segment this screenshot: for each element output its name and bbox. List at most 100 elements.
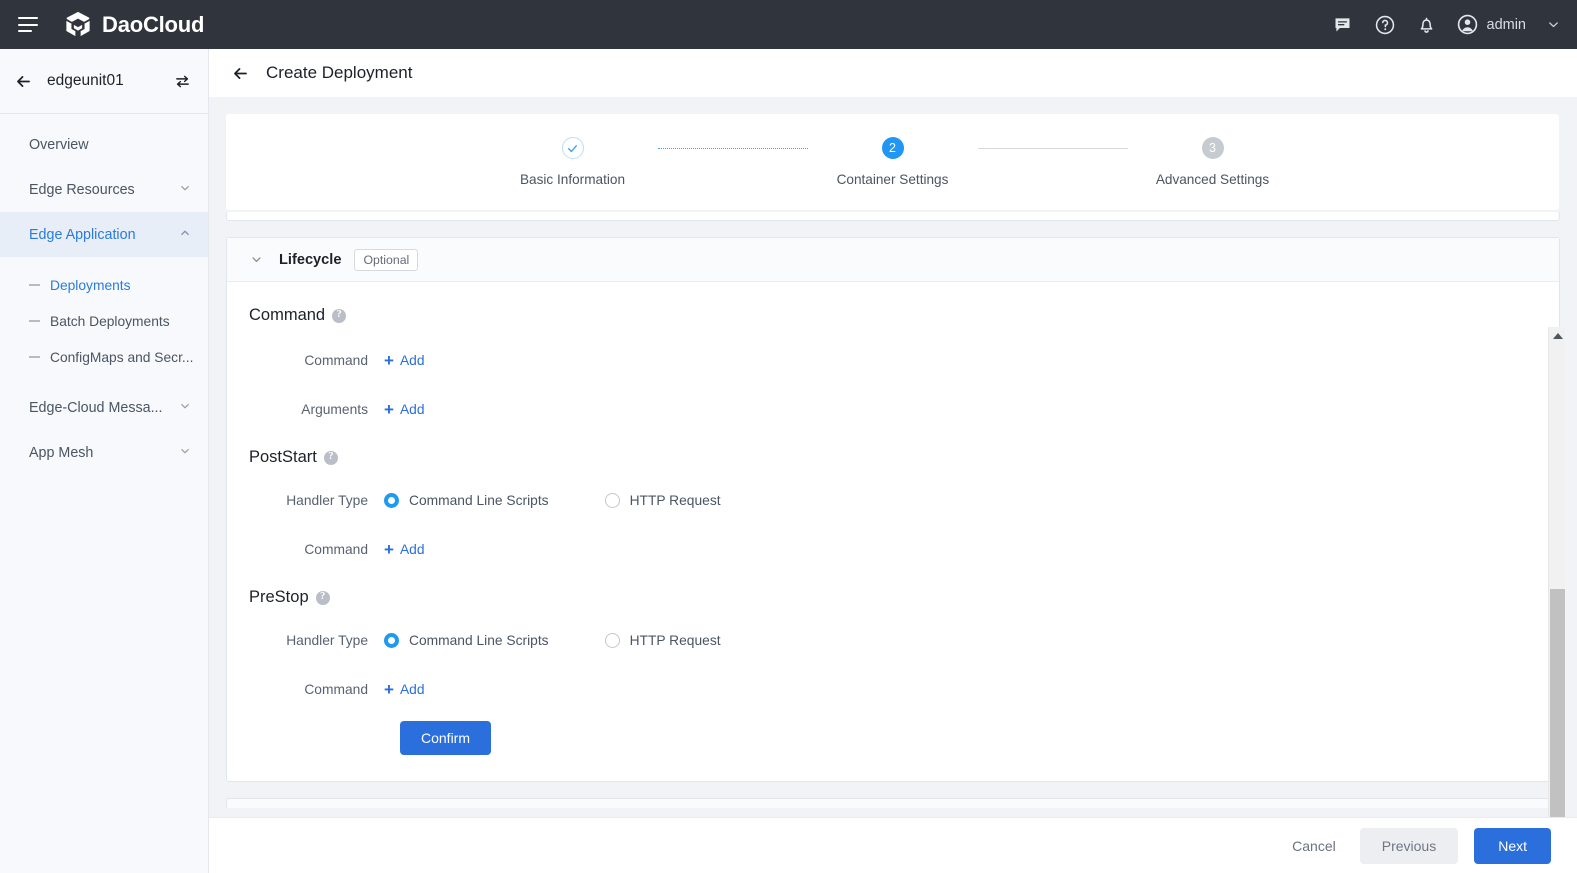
chevron-down-icon: [178, 399, 192, 417]
cancel-button[interactable]: Cancel: [1284, 829, 1344, 863]
previous-button[interactable]: Previous: [1360, 828, 1458, 864]
dash-icon: [29, 284, 40, 286]
lifecycle-card: Lifecycle Optional Command ? Command + A…: [226, 237, 1560, 782]
wizard-stepper: Basic Information 2 Container Settings 3…: [488, 137, 1298, 187]
help-circle-icon[interactable]: [1364, 0, 1406, 49]
plus-icon: +: [384, 681, 394, 698]
step-advanced-settings[interactable]: 3 Advanced Settings: [1128, 137, 1298, 187]
brand-logo-group[interactable]: DaoCloud: [63, 10, 204, 40]
arguments-row: Arguments + Add: [227, 392, 1559, 426]
step-connector-2: [978, 148, 1128, 149]
radio-indicator-selected: [384, 633, 399, 648]
spacer: [0, 375, 208, 385]
step-container-settings[interactable]: 2 Container Settings: [808, 137, 978, 187]
add-arguments-button[interactable]: + Add: [384, 401, 425, 418]
content-scroll-area: Basic Information 2 Container Settings 3…: [209, 97, 1577, 826]
scrollbar-thumb[interactable]: [1550, 589, 1565, 817]
section-heading: Command: [249, 306, 325, 325]
scroll-up-arrow-icon[interactable]: [1549, 327, 1566, 344]
next-card-partial: [226, 798, 1560, 808]
sidebar-item-label: Edge-Cloud Messa...: [29, 400, 163, 416]
radio-prestop-http-request[interactable]: HTTP Request: [605, 633, 721, 648]
chat-icon[interactable]: [1322, 0, 1364, 49]
sidebar-unit-name: edgeunit01: [47, 72, 124, 90]
previous-card-partial: [226, 212, 1560, 221]
radio-label: HTTP Request: [630, 493, 721, 508]
brand-name: DaoCloud: [102, 12, 204, 38]
chevron-up-icon: [178, 226, 192, 244]
chevron-down-icon: [178, 181, 192, 199]
dash-icon: [29, 320, 40, 322]
radio-label: Command Line Scripts: [409, 493, 549, 508]
sidebar-item-edge-application[interactable]: Edge Application: [0, 212, 208, 257]
daocloud-cube-icon: [63, 10, 93, 40]
chevron-down-icon[interactable]: [249, 252, 264, 267]
page-header: Create Deployment: [209, 49, 1577, 97]
step-label: Basic Information: [520, 172, 625, 187]
left-sidebar: edgeunit01 Overview Edge Resources Edge …: [0, 49, 209, 873]
bell-icon[interactable]: [1406, 0, 1448, 49]
poststart-handler-type-row: Handler Type Command Line Scripts HTTP R…: [227, 483, 1559, 517]
plus-icon: +: [384, 541, 394, 558]
add-poststart-command-button[interactable]: + Add: [384, 541, 425, 558]
vertical-scrollbar[interactable]: [1548, 327, 1565, 873]
step-label: Container Settings: [837, 172, 949, 187]
help-icon[interactable]: ?: [332, 309, 346, 323]
step-basic-information[interactable]: Basic Information: [488, 137, 658, 187]
switch-cluster-icon[interactable]: [174, 73, 191, 90]
radio-prestop-command-line-scripts[interactable]: Command Line Scripts: [384, 633, 549, 648]
page-back-icon[interactable]: [231, 64, 250, 83]
sidebar-item-label: App Mesh: [29, 445, 93, 461]
sidebar-item-batch-deployments[interactable]: Batch Deployments: [0, 303, 208, 339]
prestop-section-title: PreStop ?: [227, 588, 1559, 607]
prestop-handler-type-row: Handler Type Command Line Scripts HTTP R…: [227, 623, 1559, 657]
sidebar-item-deployments[interactable]: Deployments: [0, 267, 208, 303]
sidebar-subitem-label: ConfigMaps and Secr...: [50, 350, 193, 365]
sidebar-item-label: Edge Application: [29, 227, 136, 243]
sidebar-item-edge-cloud-messaging[interactable]: Edge-Cloud Messa...: [0, 385, 208, 430]
sidebar-back-icon[interactable]: [14, 72, 33, 91]
field-label: Command: [227, 353, 384, 368]
plus-icon: +: [384, 401, 394, 418]
command-row: Command + Add: [227, 343, 1559, 377]
stepper-card: Basic Information 2 Container Settings 3…: [226, 114, 1559, 210]
poststart-handler-radio-group: Command Line Scripts HTTP Request: [384, 493, 777, 508]
sidebar-subitem-label: Batch Deployments: [50, 314, 170, 329]
sidebar-item-overview[interactable]: Overview: [0, 122, 208, 167]
wizard-footer: Cancel Previous Next: [209, 817, 1577, 873]
add-prestop-command-button[interactable]: + Add: [384, 681, 425, 698]
next-button[interactable]: Next: [1474, 828, 1551, 864]
lifecycle-card-header[interactable]: Lifecycle Optional: [227, 238, 1559, 282]
user-menu[interactable]: admin: [1448, 13, 1564, 36]
lifecycle-card-body: Command ? Command + Add Arguments +: [227, 282, 1559, 781]
top-navigation-bar: DaoCloud: [0, 0, 1577, 49]
sidebar-item-edge-resources[interactable]: Edge Resources: [0, 167, 208, 212]
help-icon[interactable]: ?: [316, 591, 330, 605]
add-label: Add: [400, 402, 425, 417]
radio-indicator: [605, 493, 620, 508]
sidebar-item-configmaps-and-secrets[interactable]: ConfigMaps and Secr...: [0, 339, 208, 375]
radio-label: Command Line Scripts: [409, 633, 549, 648]
sidebar-nav: Overview Edge Resources Edge Application…: [0, 114, 208, 475]
radio-poststart-http-request[interactable]: HTTP Request: [605, 493, 721, 508]
topbar-actions: admin: [1322, 0, 1577, 49]
avatar-icon: [1456, 13, 1479, 36]
section-heading: PreStop: [249, 588, 309, 607]
radio-poststart-command-line-scripts[interactable]: Command Line Scripts: [384, 493, 549, 508]
radio-indicator: [605, 633, 620, 648]
sidebar-item-app-mesh[interactable]: App Mesh: [0, 430, 208, 475]
field-label: Handler Type: [227, 493, 384, 508]
hamburger-icon[interactable]: [18, 17, 38, 32]
poststart-section-title: PostStart ?: [227, 448, 1559, 467]
help-icon[interactable]: ?: [324, 451, 338, 465]
lifecycle-title: Lifecycle: [279, 252, 341, 268]
sidebar-item-label: Edge Resources: [29, 182, 135, 198]
command-section-title: Command ?: [227, 306, 1559, 325]
chevron-down-icon[interactable]: [1546, 17, 1561, 32]
plus-icon: +: [384, 352, 394, 369]
add-label: Add: [400, 542, 425, 557]
confirm-button[interactable]: Confirm: [400, 721, 491, 755]
step-connector-1: [658, 148, 808, 149]
add-label: Add: [400, 682, 425, 697]
add-command-button[interactable]: + Add: [384, 352, 425, 369]
